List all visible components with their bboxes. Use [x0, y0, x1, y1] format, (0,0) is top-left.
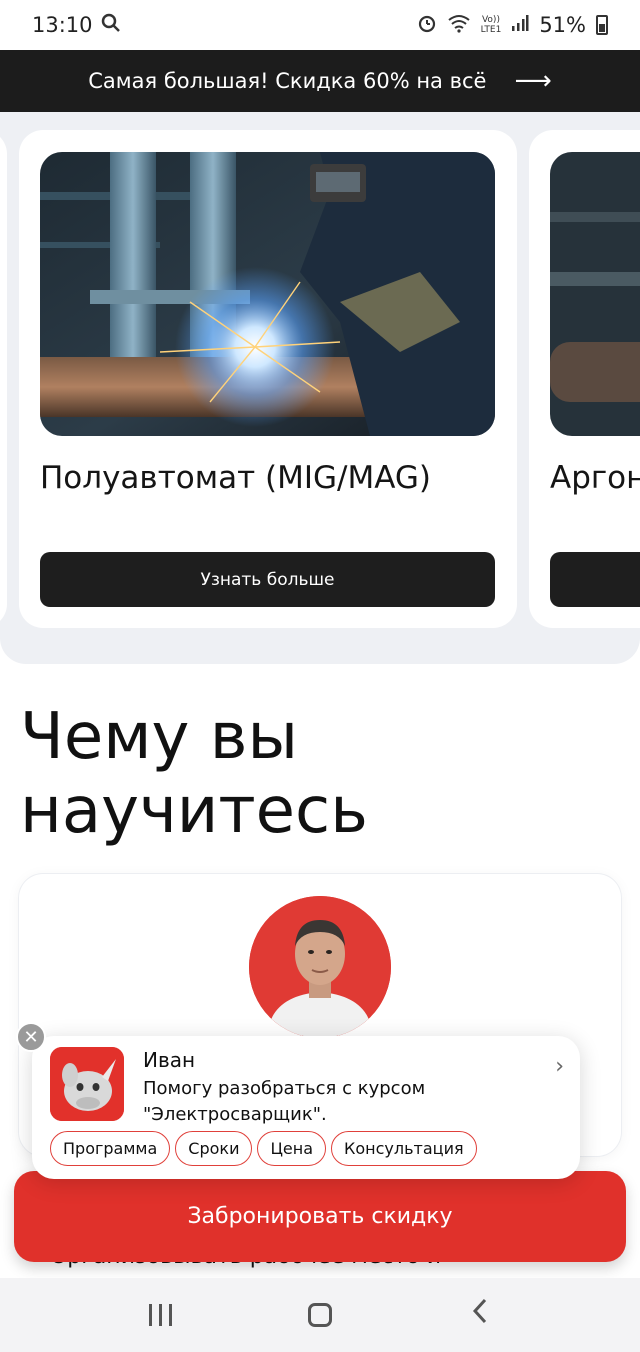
learn-more-button[interactable]: Узнать больше [40, 552, 495, 607]
teacher-avatar [249, 896, 391, 1038]
close-icon[interactable]: ✕ [16, 1022, 46, 1052]
chip-terms[interactable]: Сроки [175, 1131, 253, 1166]
alarm-icon [417, 13, 437, 37]
status-bar: 13:10 Vo)) LTE1 51% [0, 0, 640, 50]
chat-agent-name: Иван [143, 1048, 196, 1072]
status-time: 13:10 [32, 13, 93, 37]
chat-message: Помогу разобраться с курсом "Электросвар… [143, 1076, 543, 1128]
chat-chips: Программа Сроки Цена Консультация [50, 1131, 477, 1166]
status-left: 13:10 [32, 13, 121, 37]
wifi-icon [447, 13, 471, 37]
signal-icon [511, 14, 529, 36]
promo-text: Самая большая! Скидка 60% на всё [88, 69, 487, 93]
promo-banner[interactable]: Самая большая! Скидка 60% на всё ⟶ [0, 50, 640, 112]
volte-label-top: Vo)) [481, 15, 500, 25]
book-discount-button[interactable]: Забронировать скидку [14, 1171, 626, 1262]
course-image-welding [40, 152, 495, 436]
recent-apps-icon[interactable] [130, 1304, 190, 1326]
chat-message-line-2: "Электросварщик". [143, 1104, 327, 1125]
volte-icon: Vo)) LTE1 [481, 15, 502, 35]
home-icon [308, 1303, 332, 1327]
course-card-previous[interactable] [0, 130, 7, 628]
chip-price[interactable]: Цена [257, 1131, 327, 1166]
learn-more-button-next[interactable] [550, 552, 640, 607]
heading-line-1: Чему вы [20, 700, 298, 774]
course-title: Полуавтомат (MIG/MAG) [40, 460, 431, 496]
course-title-next: Аргон [550, 460, 640, 496]
status-right: Vo)) LTE1 51% [417, 13, 608, 37]
home-button[interactable] [290, 1303, 350, 1327]
chat-message-line-1: Помогу разобраться с курсом [143, 1078, 426, 1099]
back-icon[interactable] [450, 1297, 510, 1333]
system-nav-bar [0, 1278, 640, 1352]
search-icon [101, 13, 121, 37]
arrow-right-icon: ⟶ [514, 66, 552, 96]
course-carousel[interactable]: Полуавтомат (MIG/MAG) Узнать больше Арго… [0, 112, 640, 664]
rhino-logo-icon [50, 1047, 124, 1121]
course-card-next[interactable]: Аргон [529, 130, 640, 628]
battery-icon [596, 15, 608, 35]
course-card[interactable]: Полуавтомат (MIG/MAG) Узнать больше [19, 130, 517, 628]
volte-label-bottom: LTE1 [480, 25, 502, 35]
chat-widget[interactable]: Иван Помогу разобраться с курсом "Электр… [32, 1036, 580, 1179]
heading-line-2: научитесь [20, 774, 368, 848]
section-heading: Чему вы научитесь [20, 700, 580, 848]
battery-percent: 51% [539, 13, 586, 37]
chip-program[interactable]: Программа [50, 1131, 171, 1166]
course-image-argon [550, 152, 640, 436]
chevron-right-icon[interactable]: › [555, 1054, 564, 1079]
chip-consultation[interactable]: Консультация [331, 1131, 477, 1166]
